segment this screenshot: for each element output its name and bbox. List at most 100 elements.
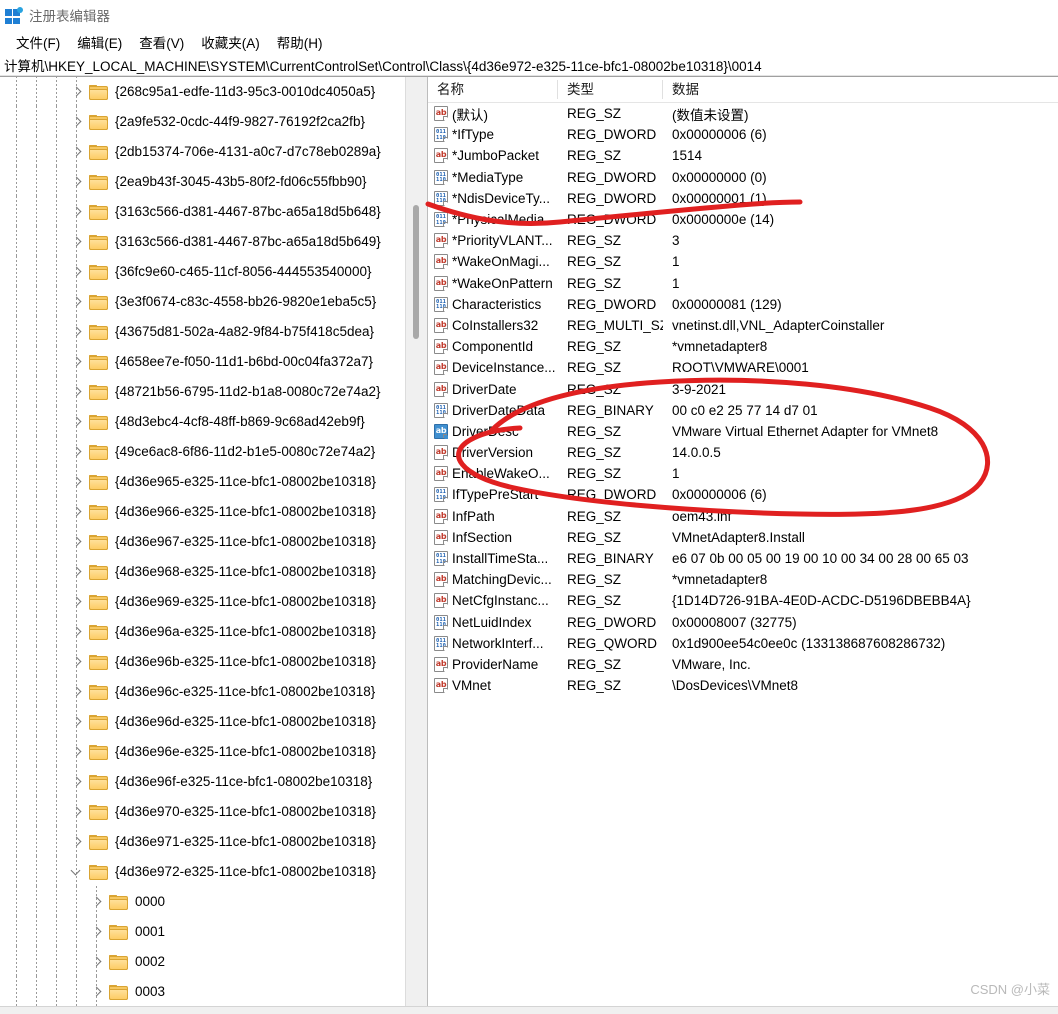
tree-item[interactable]: {2ea9b43f-3045-43b5-80f2-fd06c55fbb90} — [0, 166, 406, 198]
value-row[interactable]: 011 110 DriverDateData REG_BINARY 00 c0 e2 2… — [428, 400, 1058, 421]
value-row[interactable]: ab ProviderName REG_SZ VMware, Inc. — [428, 654, 1058, 675]
chevron-down-icon[interactable] — [69, 864, 85, 880]
value-row[interactable]: ab DriverDesc REG_SZ VMware Virtual Etherne… — [428, 421, 1058, 442]
chevron-right-icon[interactable] — [69, 414, 85, 430]
column-header-type[interactable]: 类型 — [558, 80, 663, 99]
chevron-right-icon[interactable] — [69, 624, 85, 640]
tree-item[interactable]: {4d36e96f-e325-11ce-bfc1-08002be10318} — [0, 766, 406, 798]
chevron-right-icon[interactable] — [89, 894, 105, 910]
chevron-right-icon[interactable] — [89, 924, 105, 940]
menu-file[interactable]: 文件(F) — [8, 30, 69, 54]
tree-vertical-scrollbar[interactable] — [405, 77, 427, 1014]
value-row[interactable]: 011 110 NetworkInterf... REG_QWORD 0x1d900ee… — [428, 633, 1058, 654]
value-row[interactable]: ab DeviceInstance... REG_SZ ROOT\VMWARE\000… — [428, 357, 1058, 378]
tree-item[interactable]: {3e3f0674-c83c-4558-bb26-9820e1eba5c5} — [0, 286, 406, 318]
chevron-right-icon[interactable] — [69, 354, 85, 370]
tree-item[interactable]: {4d36e970-e325-11ce-bfc1-08002be10318} — [0, 796, 406, 828]
tree-item[interactable]: {48d3ebc4-4cf8-48ff-b869-9c68ad42eb9f} — [0, 406, 406, 438]
chevron-right-icon[interactable] — [69, 714, 85, 730]
tree-item[interactable]: {4d36e96d-e325-11ce-bfc1-08002be10318} — [0, 706, 406, 738]
chevron-right-icon[interactable] — [69, 564, 85, 580]
chevron-right-icon[interactable] — [69, 144, 85, 160]
chevron-right-icon[interactable] — [69, 444, 85, 460]
value-row[interactable]: ab *PriorityVLANT... REG_SZ 3 — [428, 230, 1058, 251]
tree-item[interactable]: {49ce6ac8-6f86-11d2-b1e5-0080c72e74a2} — [0, 436, 406, 468]
tree-item[interactable]: 0002 — [0, 946, 406, 978]
tree-item[interactable]: {2db15374-706e-4131-a0c7-d7c78eb0289a} — [0, 136, 406, 168]
tree-item[interactable]: {4d36e96a-e325-11ce-bfc1-08002be10318} — [0, 616, 406, 648]
chevron-right-icon[interactable] — [69, 264, 85, 280]
chevron-right-icon[interactable] — [69, 744, 85, 760]
chevron-right-icon[interactable] — [69, 204, 85, 220]
chevron-right-icon[interactable] — [69, 684, 85, 700]
tree-item[interactable]: {4d36e972-e325-11ce-bfc1-08002be10318} — [0, 856, 406, 888]
chevron-right-icon[interactable] — [69, 774, 85, 790]
value-row[interactable]: ab *WakeOnMagi... REG_SZ 1 — [428, 251, 1058, 272]
tree-item[interactable]: {4d36e967-e325-11ce-bfc1-08002be10318} — [0, 526, 406, 558]
tree-item[interactable]: {36fc9e60-c465-11cf-8056-444553540000} — [0, 256, 406, 288]
value-row[interactable]: ab EnableWakeO... REG_SZ 1 — [428, 463, 1058, 484]
menu-edit[interactable]: 编辑(E) — [69, 30, 131, 54]
value-row[interactable]: ab ComponentId REG_SZ *vmnetadapter8 — [428, 336, 1058, 357]
chevron-right-icon[interactable] — [69, 474, 85, 490]
tree-item[interactable]: {268c95a1-edfe-11d3-95c3-0010dc4050a5} — [0, 77, 406, 108]
chevron-right-icon[interactable] — [69, 654, 85, 670]
chevron-right-icon[interactable] — [69, 804, 85, 820]
value-row[interactable]: ab InfPath REG_SZ oem43.inf — [428, 506, 1058, 527]
tree-item[interactable]: {48721b56-6795-11d2-b1a8-0080c72e74a2} — [0, 376, 406, 408]
menu-view[interactable]: 查看(V) — [131, 30, 193, 54]
tree-scrollbar-thumb[interactable] — [413, 205, 419, 339]
menu-help[interactable]: 帮助(H) — [269, 30, 332, 54]
chevron-right-icon[interactable] — [69, 294, 85, 310]
value-row[interactable]: ab CoInstallers32 REG_MULTI_SZ vnetinst.dll… — [428, 315, 1058, 336]
value-row[interactable]: 011 110 Characteristics REG_DWORD 0x00000081… — [428, 294, 1058, 315]
tree-item[interactable]: 0001 — [0, 916, 406, 948]
value-row[interactable]: 011 110 NetLuidIndex REG_DWORD 0x00008007 (3… — [428, 612, 1058, 633]
value-row[interactable]: 011 110 *PhysicalMedia... REG_DWORD 0x000000… — [428, 209, 1058, 230]
value-row[interactable]: 011 110 InstallTimeSta... REG_BINARY e6 07 0… — [428, 548, 1058, 569]
tree-item[interactable]: {3163c566-d381-4467-87bc-a65a18d5b649} — [0, 226, 406, 258]
tree-item[interactable]: {4d36e969-e325-11ce-bfc1-08002be10318} — [0, 586, 406, 618]
tree-item[interactable]: {4658ee7e-f050-11d1-b6bd-00c04fa372a7} — [0, 346, 406, 378]
tree-item[interactable]: {2a9fe532-0cdc-44f9-9827-76192f2ca2fb} — [0, 106, 406, 138]
registry-tree[interactable]: {268c95a1-edfe-11d3-95c3-0010dc4050a5} {2… — [0, 77, 406, 1014]
value-row[interactable]: ab VMnet REG_SZ \DosDevices\VMnet8 — [428, 675, 1058, 696]
tree-item[interactable]: 0003 — [0, 976, 406, 1008]
tree-item[interactable]: {4d36e965-e325-11ce-bfc1-08002be10318} — [0, 466, 406, 498]
tree-item[interactable]: {4d36e966-e325-11ce-bfc1-08002be10318} — [0, 496, 406, 528]
column-header-data[interactable]: 数据 — [663, 80, 1058, 99]
tree-item[interactable]: {4d36e968-e325-11ce-bfc1-08002be10318} — [0, 556, 406, 588]
chevron-right-icon[interactable] — [69, 234, 85, 250]
value-row[interactable]: ab DriverVersion REG_SZ 14.0.0.5 — [428, 442, 1058, 463]
value-row[interactable]: ab *WakeOnPattern REG_SZ 1 — [428, 273, 1058, 294]
tree-item[interactable]: {43675d81-502a-4a82-9f84-b75f418c5dea} — [0, 316, 406, 348]
tree-item[interactable]: 0000 — [0, 886, 406, 918]
value-row[interactable]: ab (默认) REG_SZ (数值未设置) — [428, 103, 1058, 124]
value-row[interactable]: ab DriverDate REG_SZ 3-9-2021 — [428, 378, 1058, 399]
value-row[interactable]: 011 110 IfTypePreStart REG_DWORD 0x00000006 … — [428, 484, 1058, 505]
chevron-right-icon[interactable] — [89, 954, 105, 970]
chevron-right-icon[interactable] — [69, 174, 85, 190]
tree-item[interactable]: {3163c566-d381-4467-87bc-a65a18d5b648} — [0, 196, 406, 228]
value-row[interactable]: ab *JumboPacket REG_SZ 1514 — [428, 145, 1058, 166]
menu-favorites[interactable]: 收藏夹(A) — [193, 30, 269, 54]
tree-item[interactable]: {4d36e96e-e325-11ce-bfc1-08002be10318} — [0, 736, 406, 768]
tree-item[interactable]: {4d36e96c-e325-11ce-bfc1-08002be10318} — [0, 676, 406, 708]
value-row[interactable]: 011 110 *IfType REG_DWORD 0x00000006 (6) — [428, 124, 1058, 145]
chevron-right-icon[interactable] — [69, 324, 85, 340]
tree-item[interactable]: {4d36e96b-e325-11ce-bfc1-08002be10318} — [0, 646, 406, 678]
chevron-right-icon[interactable] — [69, 834, 85, 850]
chevron-right-icon[interactable] — [69, 114, 85, 130]
value-row[interactable]: 011 110 *MediaType REG_DWORD 0x00000000 (0) — [428, 167, 1058, 188]
value-row[interactable]: 011 110 *NdisDeviceTy... REG_DWORD 0x0000000… — [428, 188, 1058, 209]
address-bar[interactable]: 计算机\HKEY_LOCAL_MACHINE\SYSTEM\CurrentCon… — [0, 54, 1058, 76]
registry-values-list[interactable]: ab (默认) REG_SZ (数值未设置) 011 110 *IfType REG_DWOR… — [428, 103, 1058, 696]
chevron-right-icon[interactable] — [69, 534, 85, 550]
value-row[interactable]: ab InfSection REG_SZ VMnetAdapter8.Install — [428, 527, 1058, 548]
chevron-right-icon[interactable] — [69, 594, 85, 610]
chevron-right-icon[interactable] — [89, 984, 105, 1000]
value-row[interactable]: ab NetCfgInstanc... REG_SZ {1D14D726-91BA-4… — [428, 590, 1058, 611]
tree-item[interactable]: {4d36e971-e325-11ce-bfc1-08002be10318} — [0, 826, 406, 858]
chevron-right-icon[interactable] — [69, 84, 85, 100]
chevron-right-icon[interactable] — [69, 504, 85, 520]
